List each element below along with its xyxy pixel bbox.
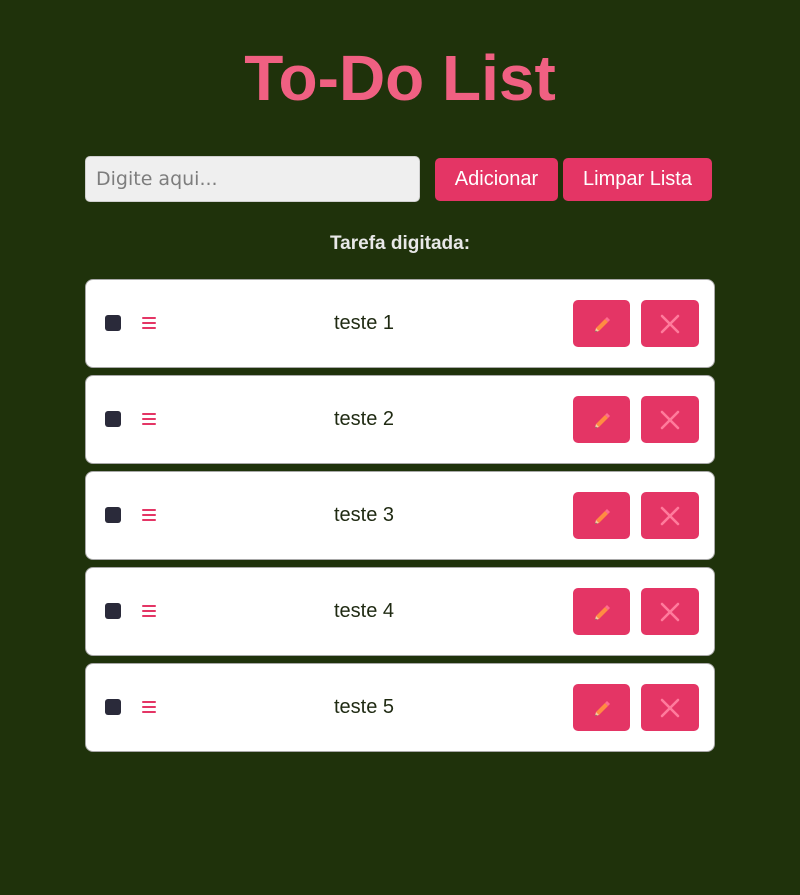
delete-task-button[interactable] [641, 300, 699, 347]
task-item: teste 4 [85, 567, 715, 656]
add-button[interactable]: Adicionar [435, 158, 558, 201]
task-text: teste 3 [333, 504, 395, 526]
close-icon [660, 410, 680, 429]
drag-handle-icon[interactable] [141, 313, 157, 333]
task-checkbox[interactable] [105, 315, 121, 331]
task-checkbox[interactable] [105, 411, 121, 427]
pencil-icon [594, 508, 610, 524]
task-text: teste 5 [333, 696, 395, 718]
drag-handle-icon[interactable] [141, 697, 157, 717]
delete-task-button[interactable] [641, 684, 699, 731]
drag-handle-icon[interactable] [141, 601, 157, 621]
close-icon [660, 506, 680, 525]
delete-task-button[interactable] [641, 588, 699, 635]
edit-task-button[interactable] [573, 492, 630, 539]
clear-list-button[interactable]: Limpar Lista [563, 158, 712, 201]
close-icon [660, 698, 680, 717]
edit-task-button[interactable] [573, 300, 630, 347]
task-item: teste 1 [85, 279, 715, 368]
edit-task-button[interactable] [573, 396, 630, 443]
task-item: teste 3 [85, 471, 715, 560]
edit-task-button[interactable] [573, 684, 630, 731]
delete-task-button[interactable] [641, 492, 699, 539]
page-title: To-Do List [244, 42, 556, 114]
delete-task-button[interactable] [641, 396, 699, 443]
task-text: teste 4 [333, 600, 395, 622]
task-input[interactable] [85, 156, 420, 202]
task-text: teste 2 [333, 408, 395, 430]
drag-handle-icon[interactable] [141, 409, 157, 429]
task-text: teste 1 [333, 312, 395, 334]
task-list: teste 1 teste 2 teste 3 teste 4 teste 5 [85, 279, 715, 759]
drag-handle-icon[interactable] [141, 505, 157, 525]
close-icon [660, 314, 680, 333]
pencil-icon [594, 604, 610, 620]
typed-task-label: Tarefa digitada: [329, 233, 471, 254]
pencil-icon [594, 412, 610, 428]
close-icon [660, 602, 680, 621]
task-item: teste 2 [85, 375, 715, 464]
task-checkbox[interactable] [105, 699, 121, 715]
task-checkbox[interactable] [105, 507, 121, 523]
edit-task-button[interactable] [573, 588, 630, 635]
task-checkbox[interactable] [105, 603, 121, 619]
pencil-icon [594, 700, 610, 716]
pencil-icon [594, 316, 610, 332]
task-item: teste 5 [85, 663, 715, 752]
